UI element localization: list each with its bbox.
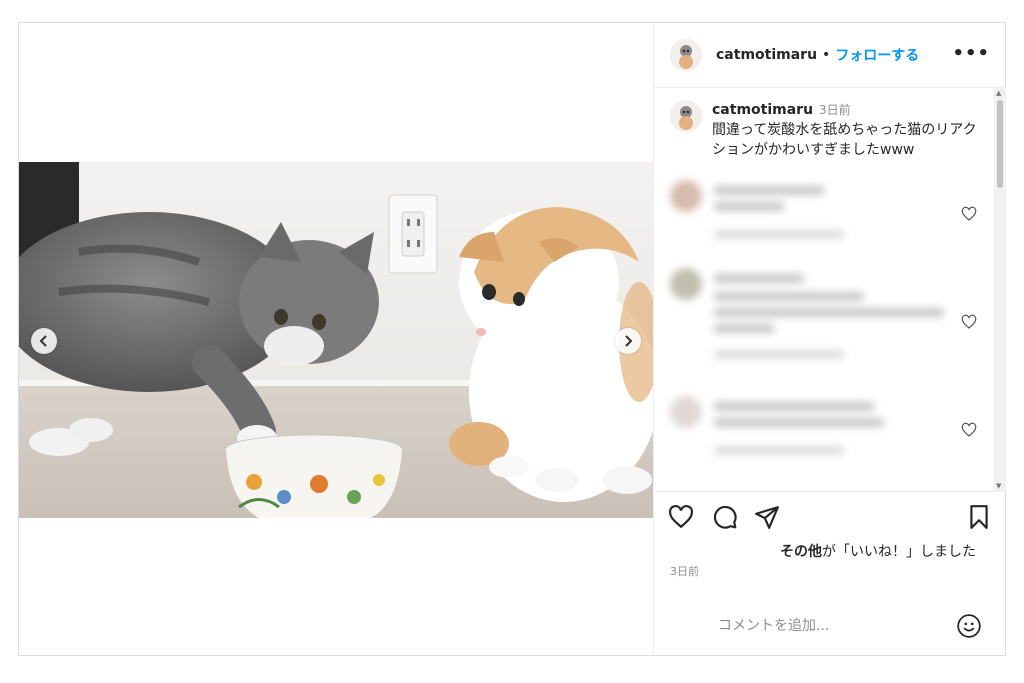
posted-time[interactable]: 3日前	[670, 563, 699, 579]
list-item	[670, 268, 980, 368]
caption-meta: catmotimaru 3日前	[712, 100, 982, 120]
paper-plane-icon[interactable]	[754, 504, 780, 530]
blurred-text	[714, 230, 844, 239]
avatar	[670, 268, 702, 300]
comments-scrollbar[interactable]: ▲ ▼	[994, 88, 1006, 491]
blurred-text	[714, 292, 864, 301]
avatar[interactable]	[670, 100, 702, 132]
list-item	[670, 396, 980, 476]
blurred-text	[714, 274, 804, 283]
emoji-icon[interactable]	[956, 613, 982, 639]
post-header: catmotimaru • フォローする •••	[654, 23, 1006, 88]
chevron-left-icon	[39, 335, 47, 347]
post-photo	[19, 162, 653, 518]
blurred-text	[714, 402, 874, 411]
add-comment-bar: コメントを追加...	[654, 599, 1006, 655]
blurred-text	[714, 308, 944, 317]
caption-username[interactable]: catmotimaru	[712, 102, 813, 118]
avatar	[670, 396, 702, 428]
heart-icon[interactable]	[961, 314, 977, 330]
comment-input[interactable]: コメントを追加...	[718, 615, 829, 635]
more-options-icon[interactable]: •••	[952, 43, 990, 64]
list-item	[670, 180, 980, 250]
likes-others-link[interactable]: その他	[780, 544, 822, 560]
post-dialog: catmotimaru • フォローする ••• catmotimaru 3日前	[18, 22, 1006, 656]
caption-body: catmotimaru 3日前 間違って炭酸水を舐めちゃった猫のリアクションがかわ…	[712, 100, 982, 160]
post-side-panel: catmotimaru • フォローする ••• catmotimaru 3日前	[653, 23, 1006, 655]
post-caption: catmotimaru 3日前 間違って炭酸水を舐めちゃった猫のリアクションがかわ…	[670, 100, 982, 160]
scrollbar-thumb[interactable]	[997, 100, 1003, 188]
separator-dot: •	[822, 47, 831, 63]
post-username[interactable]: catmotimaru	[716, 47, 817, 63]
blurred-text	[714, 202, 784, 211]
caption-text: 間違って炭酸水を舐めちゃった猫のリアクションがかわいすぎましたwww	[712, 122, 977, 158]
blurred-text	[714, 324, 774, 333]
blurred-text	[714, 418, 884, 427]
avatar-image	[670, 39, 702, 71]
action-bar	[654, 491, 1006, 532]
blurred-text	[714, 446, 844, 455]
heart-icon[interactable]	[668, 504, 694, 530]
avatar-image	[670, 100, 702, 132]
post-media	[19, 23, 653, 655]
caption-time: 3日前	[819, 103, 851, 117]
avatar[interactable]	[670, 39, 702, 71]
blurred-text	[714, 350, 844, 359]
avatar	[670, 180, 702, 212]
likes-summary: その他が「いいね！」しました	[780, 541, 976, 561]
follow-button[interactable]: フォローする	[835, 45, 919, 65]
scroll-up-arrow[interactable]: ▲	[996, 89, 1001, 97]
cats-photo	[19, 162, 653, 518]
heart-icon[interactable]	[961, 422, 977, 438]
comment-icon[interactable]	[712, 504, 738, 530]
bookmark-icon[interactable]	[966, 504, 992, 530]
likes-text: が「いいね！」しました	[822, 544, 976, 560]
carousel-prev-button[interactable]	[31, 328, 57, 354]
scroll-down-arrow[interactable]: ▼	[996, 482, 1001, 490]
chevron-right-icon	[625, 335, 633, 347]
comments-list: catmotimaru 3日前 間違って炭酸水を舐めちゃった猫のリアクションがかわ…	[654, 88, 1006, 491]
blurred-text	[714, 186, 824, 195]
heart-icon[interactable]	[961, 206, 977, 222]
carousel-next-button[interactable]	[615, 328, 641, 354]
